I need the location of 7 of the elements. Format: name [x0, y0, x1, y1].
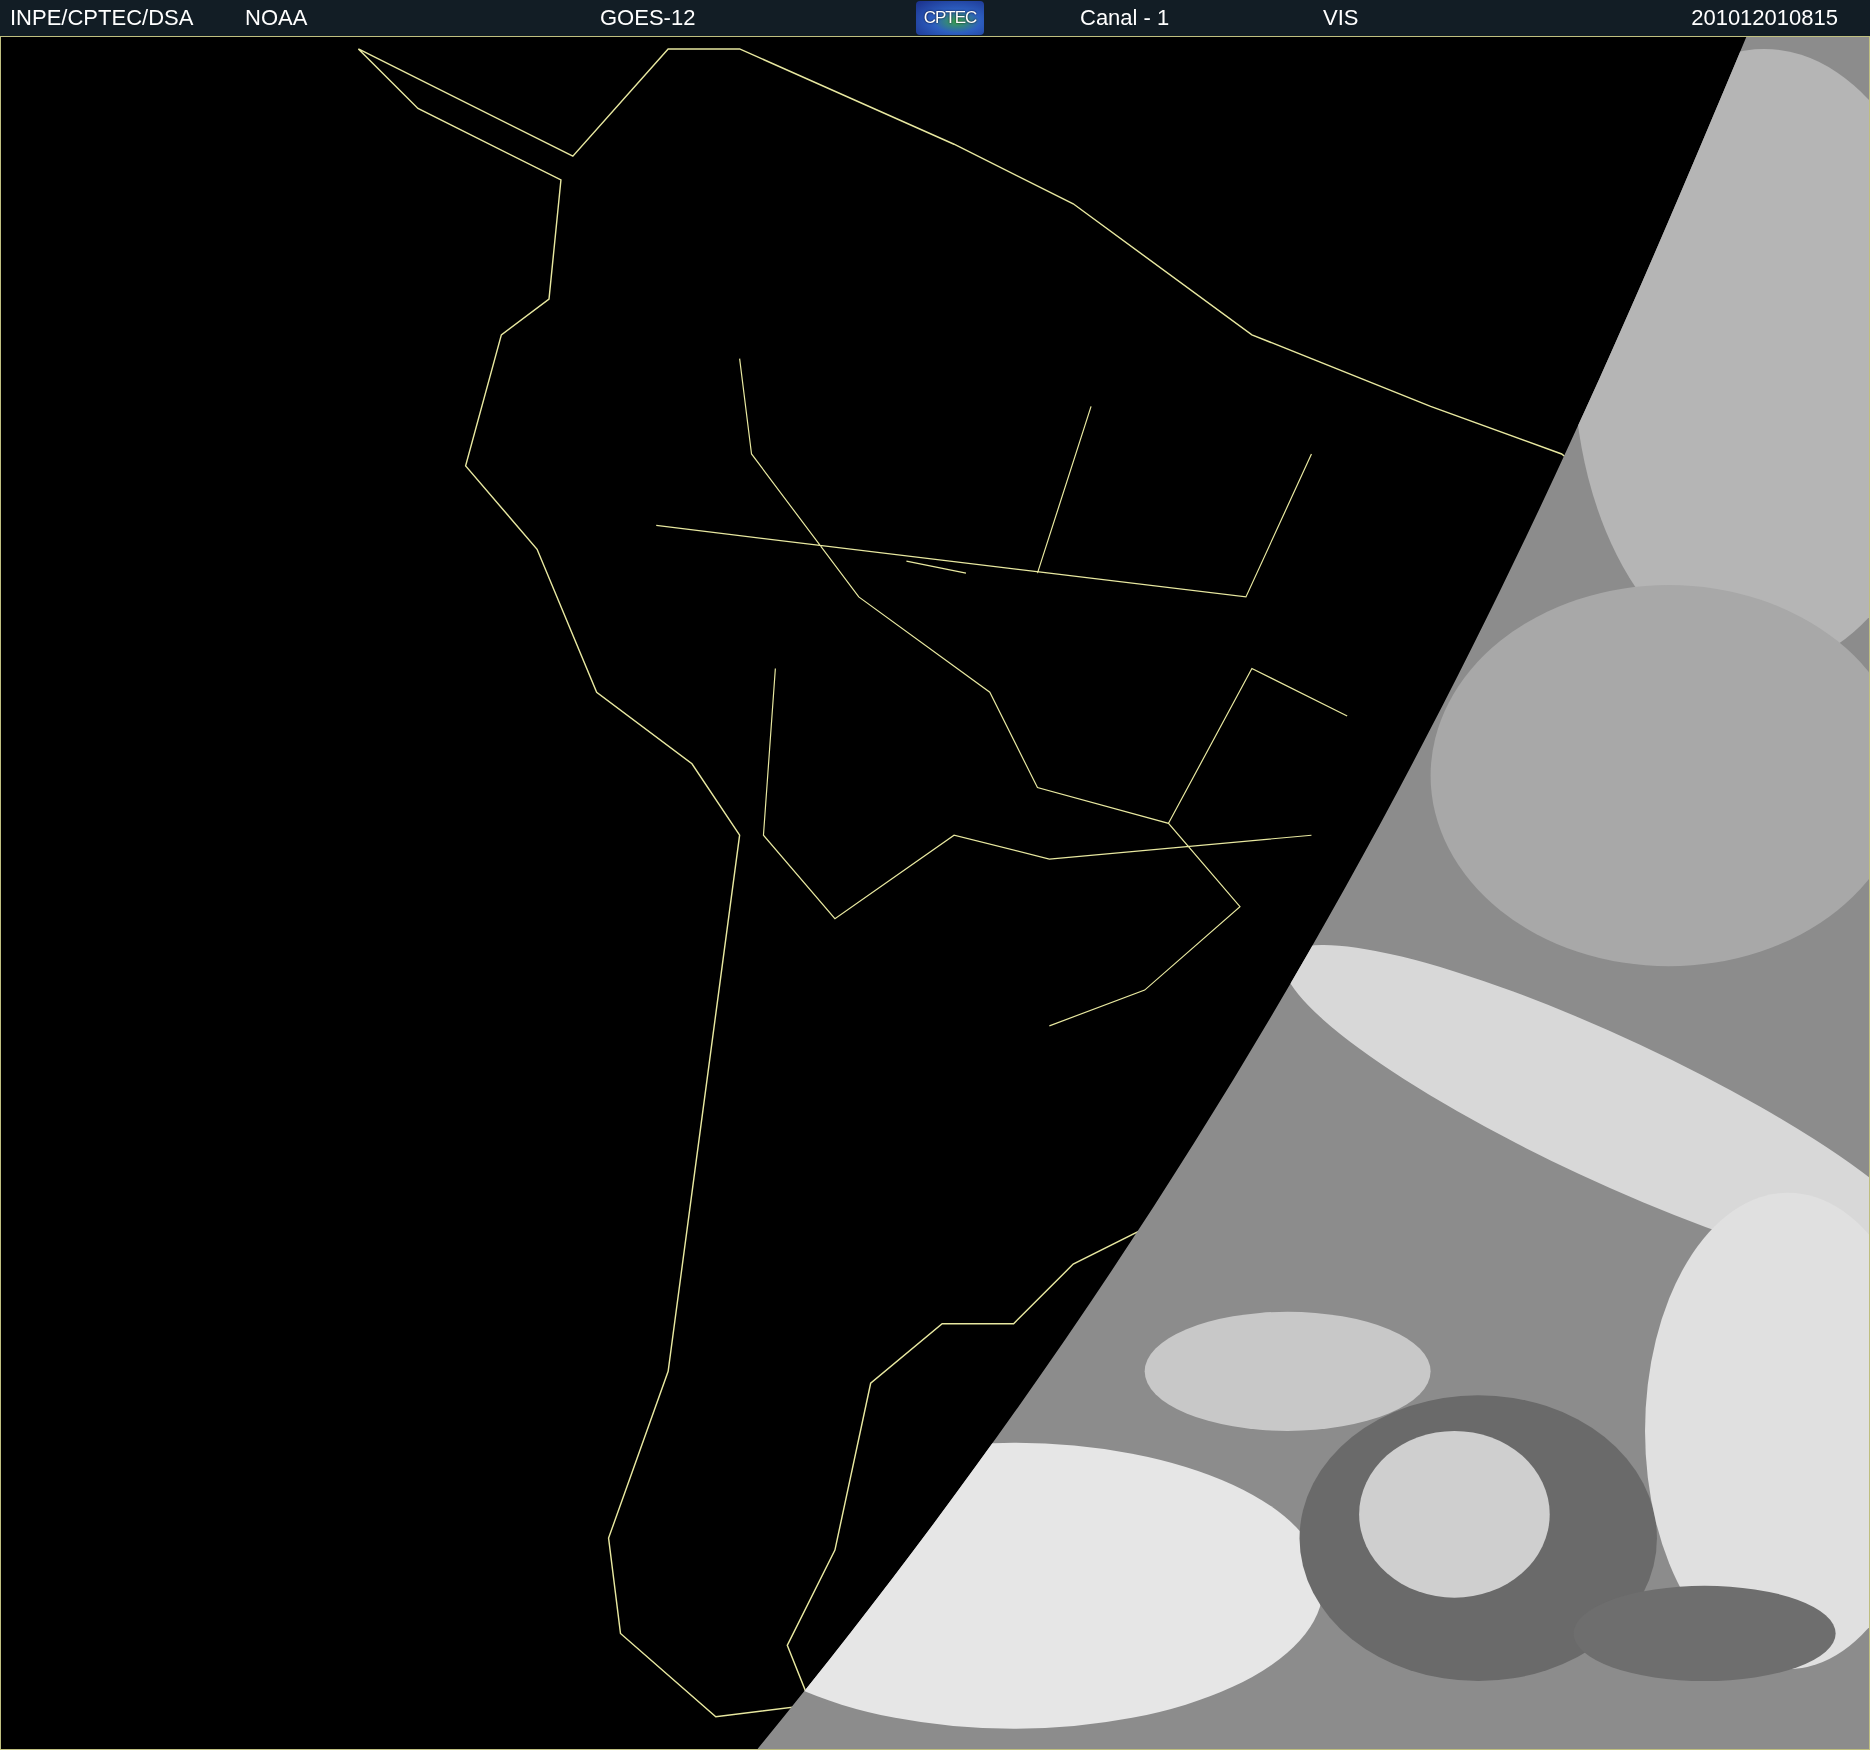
header-label: Canal - 1	[1080, 7, 1171, 29]
header-label: VIS	[1323, 7, 1360, 29]
logo: CPTEC	[916, 1, 984, 35]
header-label: GOES-12	[600, 7, 697, 29]
header-label: NOAA	[245, 7, 309, 29]
header-label: 201012010815	[1691, 7, 1838, 29]
header-label: INPE/CPTEC/DSA	[10, 7, 195, 29]
